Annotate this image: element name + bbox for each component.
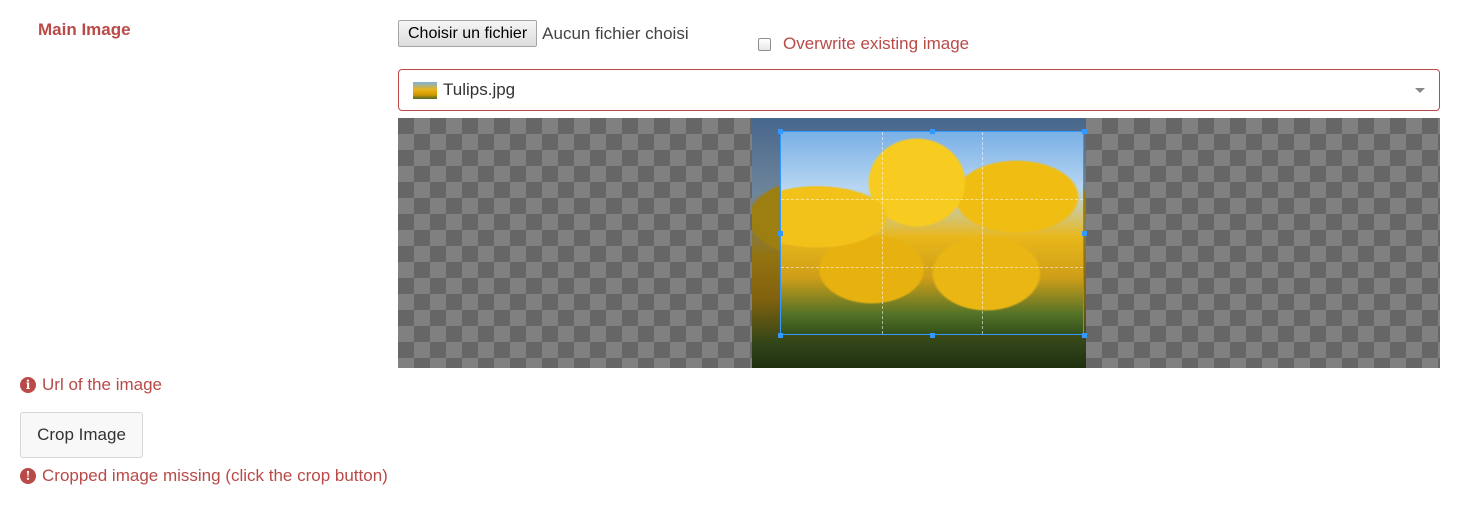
crop-handle-w[interactable] — [778, 231, 783, 236]
crop-guide-line — [881, 132, 883, 334]
field-label-main-image: Main Image — [38, 20, 131, 39]
image-upload-form: Main Image Choisir un fichier Aucun fich… — [0, 0, 1469, 506]
file-input: Choisir un fichier Aucun fichier choisi — [398, 20, 689, 47]
image-select-dropdown[interactable]: Tulips.jpg — [398, 69, 1440, 111]
crop-handle-n[interactable] — [930, 129, 935, 134]
file-status-text: Aucun fichier choisi — [542, 23, 689, 43]
crop-handle-se[interactable] — [1082, 333, 1087, 338]
overwrite-label[interactable]: Overwrite existing image — [783, 34, 969, 54]
choose-file-button[interactable]: Choisir un fichier — [398, 20, 538, 47]
image-thumbnail-icon — [413, 81, 437, 99]
cropped-missing-text: Cropped image missing (click the crop bu… — [42, 466, 388, 485]
crop-guide-line — [781, 266, 1083, 268]
selected-image-name: Tulips.jpg — [443, 80, 516, 99]
image-cropper[interactable] — [398, 118, 1440, 368]
crop-handle-e[interactable] — [1082, 231, 1087, 236]
chevron-down-icon — [1415, 88, 1425, 93]
exclamation-circle-icon: ! — [20, 468, 36, 484]
url-message-text: Url of the image — [42, 375, 162, 394]
crop-handle-s[interactable] — [930, 333, 935, 338]
crop-guide-line — [781, 199, 1083, 201]
overwrite-option: Overwrite existing image — [758, 34, 969, 54]
crop-handle-nw[interactable] — [778, 129, 783, 134]
overwrite-checkbox[interactable] — [758, 37, 771, 51]
crop-image-button[interactable]: Crop Image — [20, 412, 143, 458]
crop-selection-box[interactable] — [780, 131, 1084, 335]
crop-handle-sw[interactable] — [778, 333, 783, 338]
info-circle-icon: i — [20, 377, 36, 393]
cropped-missing-message: ! Cropped image missing (click the crop … — [20, 466, 388, 486]
url-message: i Url of the image — [20, 375, 162, 395]
crop-handle-ne[interactable] — [1082, 129, 1087, 134]
crop-guide-line — [982, 132, 984, 334]
